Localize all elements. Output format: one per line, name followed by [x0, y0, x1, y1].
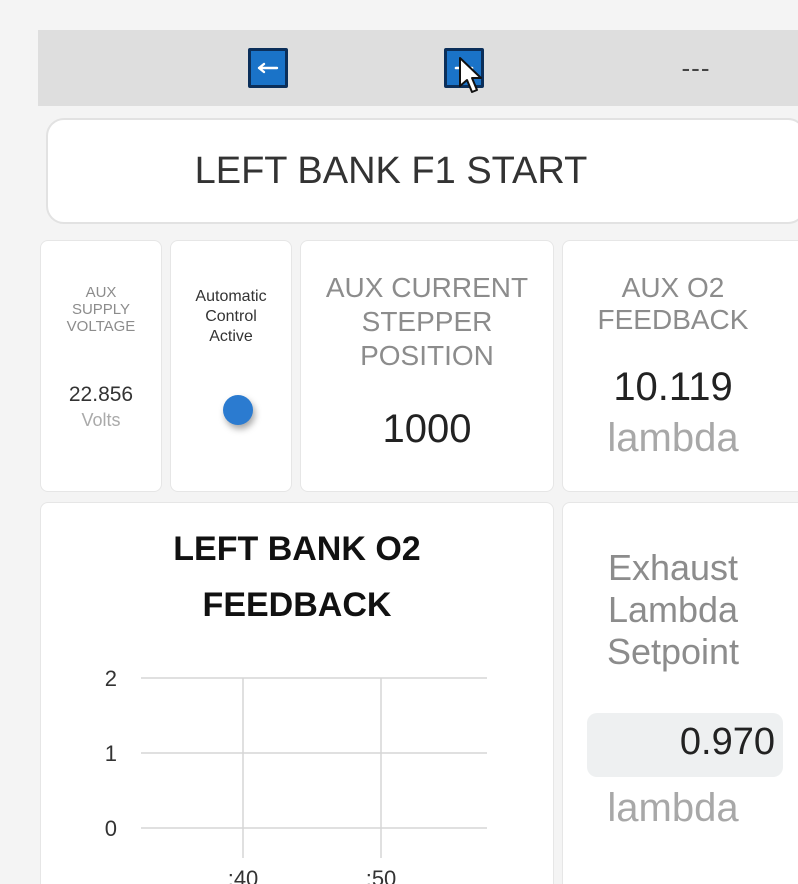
status-text: ---	[681, 53, 711, 83]
auto-control-label-1: Automatic	[195, 288, 267, 305]
aux-stepper-card: AUX CURRENT STEPPER POSITION 1000	[300, 240, 554, 492]
exhaust-setpoint-card: Exhaust Lambda Setpoint 0.970 lambda	[562, 502, 798, 884]
aux-supply-unit: Volts	[81, 410, 121, 430]
aux-stepper-label-2: STEPPER	[361, 306, 493, 337]
aux-stepper-value: 1000	[382, 407, 472, 451]
exhaust-label-1: Exhaust	[607, 547, 739, 588]
aux-stepper-label-1: AUX CURRENT	[325, 272, 529, 303]
aux-stepper-label-3: POSITION	[360, 340, 494, 371]
aux-o2-unit: lambda	[607, 416, 739, 460]
aux-supply-label-1: AUX	[85, 284, 117, 301]
auto-control-label-2: Control	[205, 308, 257, 325]
aux-o2-label-1: AUX O2	[621, 272, 725, 303]
lambda-setpoint-input[interactable]: 0.970	[587, 713, 783, 777]
aux-supply-label-3: VOLTAGE	[66, 318, 136, 335]
aux-supply-label-2: SUPPLY	[71, 301, 131, 318]
aux-supply-voltage-card: AUX SUPPLY VOLTAGE 22.856 Volts	[40, 240, 162, 492]
aux-o2-label-2: FEEDBACK	[597, 304, 749, 335]
exhaust-unit: lambda	[607, 786, 739, 830]
aux-o2-feedback-card: AUX O2 FEEDBACK 10.119 lambda	[562, 240, 798, 492]
chart-y-tick-label: 2	[105, 666, 117, 691]
page-title-bar: LEFT BANK F1 START	[46, 118, 798, 224]
toolbar: ---	[38, 30, 798, 106]
auto-control-indicator	[223, 395, 253, 425]
auto-control-label-3: Active	[209, 328, 253, 345]
chart-x-tick-label: :40	[228, 866, 259, 884]
auto-control-card: Automatic Control Active	[170, 240, 292, 492]
lambda-setpoint-value: 0.970	[679, 721, 775, 763]
left-arrow-icon	[257, 62, 279, 74]
aux-supply-value: 22.856	[68, 383, 134, 406]
chart-y-tick-label: 0	[105, 816, 117, 841]
exhaust-label-3: Setpoint	[606, 631, 740, 672]
chart-x-tick-label: :50	[366, 866, 397, 884]
app-window: --- LEFT BANK F1 START AUX SUPPLY VOLTAG…	[0, 0, 798, 884]
o2-feedback-chart-card: LEFT BANK O2 FEEDBACK 0 1 2:40:50	[40, 502, 554, 884]
back-button[interactable]	[248, 48, 288, 88]
mouse-cursor-icon	[459, 57, 482, 93]
chart-y-tick-label: 1	[105, 741, 117, 766]
aux-o2-value: 10.119	[613, 365, 733, 409]
o2-feedback-chart: 0 1 2 :40 :50	[105, 666, 487, 884]
exhaust-label-2: Lambda	[607, 589, 739, 630]
page-title: LEFT BANK F1 START	[194, 149, 588, 192]
